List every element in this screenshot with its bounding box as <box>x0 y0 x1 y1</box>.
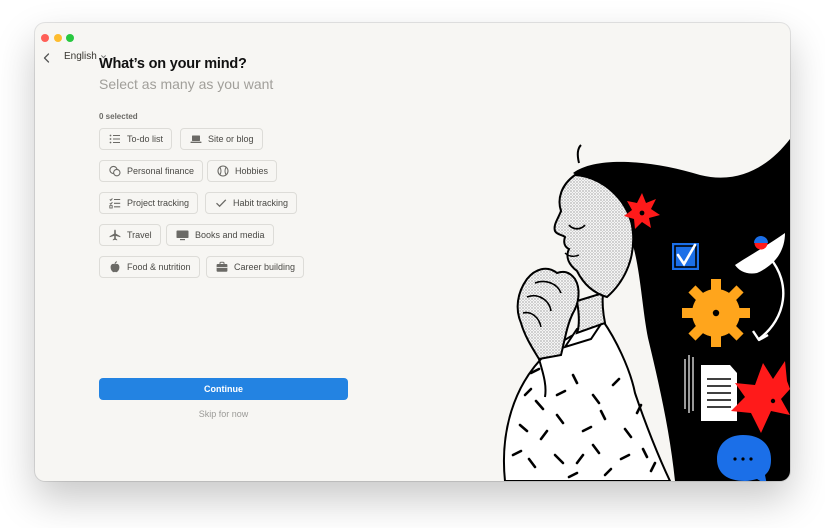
maximize-window-button[interactable] <box>66 34 74 42</box>
laptop-icon <box>190 135 202 143</box>
chip-label: To-do list <box>127 134 164 144</box>
coins-icon <box>109 165 121 177</box>
chip-habit-tracking[interactable]: Habit tracking <box>205 192 298 214</box>
thinking-person-illustration <box>502 139 790 481</box>
language-label: English <box>64 51 97 62</box>
chip-project-tracking[interactable]: Project tracking <box>99 192 199 214</box>
chip-career-building[interactable]: Career building <box>206 256 305 278</box>
apple-icon <box>110 261 120 273</box>
chip-site-or-blog[interactable]: Site or blog <box>180 128 263 150</box>
chip-label: Habit tracking <box>233 198 289 208</box>
chip-books-and-media[interactable]: Books and media <box>166 224 274 246</box>
skip-for-now-link[interactable]: Skip for now <box>99 409 348 419</box>
briefcase-icon <box>216 261 228 272</box>
baseball-icon <box>217 165 229 177</box>
chip-todo-list[interactable]: To-do list <box>99 128 173 150</box>
chip-label: Books and media <box>195 230 265 240</box>
back-button[interactable] <box>40 51 54 65</box>
chip-label: Site or blog <box>208 134 254 144</box>
list-icon <box>109 134 120 144</box>
checkmark-icon <box>216 199 227 208</box>
chip-personal-finance[interactable]: Personal finance <box>99 160 204 182</box>
continue-button[interactable]: Continue <box>99 378 348 400</box>
chip-label: Personal finance <box>127 166 195 176</box>
page-title: What’s on your mind? <box>99 56 247 72</box>
chip-label: Project tracking <box>127 198 190 208</box>
checklist-icon <box>109 198 121 209</box>
chip-label: Career building <box>234 262 296 272</box>
chevron-left-icon <box>43 53 50 63</box>
minimize-window-button[interactable] <box>54 34 62 42</box>
app-window: English What’s on your mind? Select as m… <box>35 23 790 481</box>
chip-label: Food & nutrition <box>127 262 191 272</box>
chip-label: Hobbies <box>235 166 269 176</box>
close-window-button[interactable] <box>41 34 49 42</box>
selected-count: 0 selected <box>99 112 138 121</box>
chip-food-and-nutrition[interactable]: Food & nutrition <box>99 256 200 278</box>
monitor-icon <box>176 230 189 241</box>
chip-label: Travel <box>127 230 152 240</box>
chip-travel[interactable]: Travel <box>99 224 161 246</box>
chip-hobbies[interactable]: Hobbies <box>207 160 278 182</box>
page-subtitle: Select as many as you want <box>99 76 274 92</box>
airplane-icon <box>109 229 121 241</box>
